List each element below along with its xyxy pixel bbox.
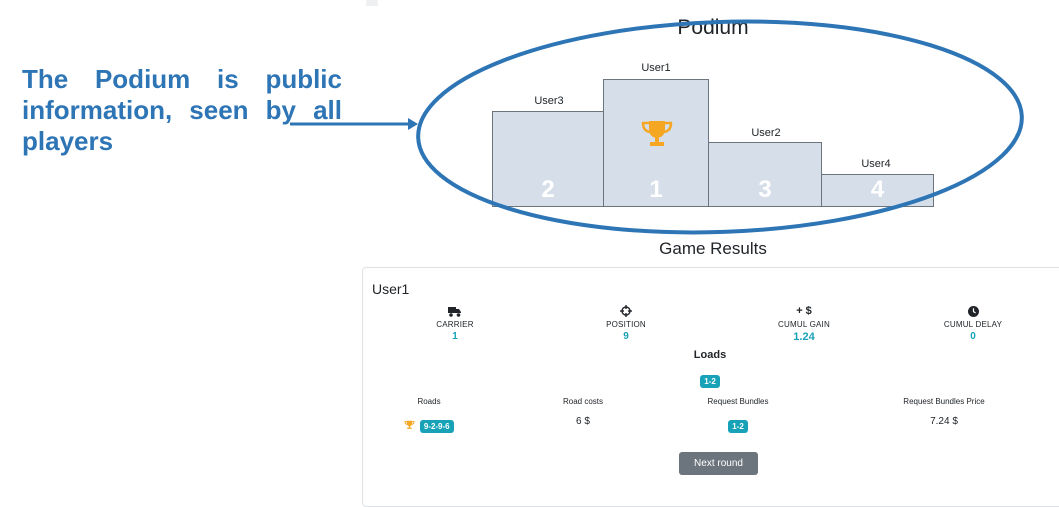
podium-rank: 2: [541, 176, 555, 203]
loads-badge: 1-2: [700, 375, 720, 388]
podium-name-user3: User3: [534, 95, 564, 107]
results-user-name: User1: [372, 281, 410, 297]
roads-label: Roads: [417, 397, 441, 406]
podium-step-user4: 4: [821, 174, 934, 207]
stat-value: 9: [623, 331, 629, 342]
podium-rank: 3: [758, 176, 772, 203]
roads-badge: 9-2-9-6: [419, 420, 454, 433]
stat-label: CARRIER: [436, 320, 474, 329]
stat-cumul-gain: + $ CUMUL GAIN 1.24: [734, 304, 874, 343]
podium-rank: 4: [870, 176, 885, 203]
trophy-icon: [404, 420, 415, 429]
stat-label: CUMUL DELAY: [943, 320, 1003, 329]
podium-rank: 1: [649, 176, 663, 203]
stat-label: POSITION: [606, 320, 646, 329]
stat-value: 0: [970, 331, 976, 342]
podium-title: Podium: [677, 16, 749, 39]
stat-label: CUMUL GAIN: [778, 320, 830, 329]
request-bundles-value: 1-2: [668, 416, 808, 434]
loads-title: Loads: [693, 349, 727, 361]
podium-step-user3: 2: [492, 111, 604, 207]
next-round-button[interactable]: Next round: [679, 452, 758, 475]
stat-cumul-delay: CUMUL DELAY 0: [903, 304, 1043, 342]
truck-icon: [448, 306, 461, 317]
plus-dollar-icon: + $: [796, 305, 812, 317]
crosshair-icon: [620, 305, 632, 317]
loads-badge-wrap: 1-2: [640, 371, 780, 389]
roads-value: 9-2-9-6: [359, 416, 499, 434]
request-bundles-badge: 1-2: [728, 420, 748, 433]
stat-carrier: CARRIER 1: [385, 304, 525, 342]
road-costs-label: Road costs: [562, 397, 604, 406]
game-results-title: Game Results: [659, 239, 767, 258]
request-bundles-label: Request Bundles: [707, 397, 769, 406]
stat-position: POSITION 9: [556, 304, 696, 342]
request-bundles-price-label: Request Bundles Price: [903, 397, 985, 406]
podium-name-user1: User1: [641, 62, 671, 74]
road-costs-value: 6 $: [576, 416, 590, 427]
clock-icon: [967, 305, 979, 317]
annotation-arrow: [290, 118, 418, 130]
podium-step-user2: 3: [708, 142, 822, 207]
stat-value: 1.24: [793, 331, 815, 343]
podium-name-user4: User4: [861, 158, 891, 170]
podium-name-user2: User2: [751, 127, 781, 139]
request-bundles-price-value: 7.24 $: [930, 416, 958, 427]
trophy-icon: [641, 121, 673, 146]
stat-value: 1: [452, 331, 458, 342]
